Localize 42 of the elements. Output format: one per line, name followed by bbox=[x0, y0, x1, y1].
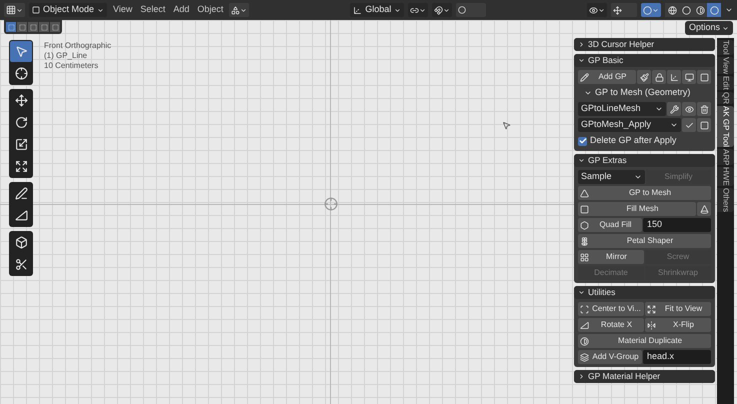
sidebar-tab[interactable]: View bbox=[717, 56, 734, 74]
options-button[interactable]: Options bbox=[684, 21, 733, 35]
panel-button[interactable]: Add GP bbox=[578, 70, 636, 84]
panel-header[interactable]: Utilities bbox=[574, 286, 715, 299]
sidebar-tab[interactable]: Others bbox=[717, 188, 734, 212]
sidebar-tab[interactable]: Edit bbox=[717, 76, 734, 90]
sidebar-tab[interactable]: Tool bbox=[717, 40, 734, 55]
mode-dropdown[interactable]: Object Mode bbox=[29, 3, 108, 17]
input-field[interactable]: head.x bbox=[643, 350, 711, 364]
menu-item[interactable]: Select bbox=[138, 3, 168, 17]
panel-button[interactable]: Mirror bbox=[578, 250, 644, 264]
panel-header[interactable]: GP Extras bbox=[574, 154, 715, 167]
viewport-info: 10 Centimeters bbox=[44, 61, 100, 71]
panel-button[interactable]: GP to Mesh bbox=[578, 186, 711, 200]
panel-header[interactable]: 3D Cursor Helper bbox=[574, 38, 715, 51]
panel-button[interactable]: Center to Vi... bbox=[578, 302, 644, 316]
panel-button[interactable]: Fit to View bbox=[645, 302, 711, 316]
panel-button[interactable]: Fill Mesh bbox=[578, 202, 696, 216]
dropdown[interactable]: Sample bbox=[578, 170, 645, 184]
subpanel-header[interactable]: GP to Mesh (Geometry) bbox=[578, 86, 690, 100]
menu-item[interactable]: Add bbox=[171, 3, 192, 17]
sidebar-tab[interactable]: ARP bbox=[717, 148, 734, 166]
panel-button[interactable]: Quad Fill bbox=[578, 218, 642, 232]
dropdown[interactable]: GPtoLineMesh bbox=[578, 102, 666, 116]
input-field[interactable]: 150 bbox=[643, 218, 711, 232]
panel-button[interactable]: Material Duplicate bbox=[578, 334, 711, 348]
menu-item[interactable]: View bbox=[111, 3, 134, 17]
panel-header[interactable]: GP Material Helper bbox=[574, 370, 715, 383]
dropdown[interactable]: GPtoMesh_Apply bbox=[578, 118, 681, 132]
panel-button[interactable]: Rotate X bbox=[578, 318, 644, 332]
viewport-info: (1) GP_Line bbox=[44, 51, 88, 61]
panel-button[interactable]: X-Flip bbox=[645, 318, 711, 332]
menu-item[interactable]: Object bbox=[195, 3, 226, 17]
panel-button[interactable]: Petal Shaper bbox=[578, 234, 711, 248]
sidebar-tab[interactable]: QR bbox=[717, 92, 734, 104]
panel-button[interactable]: Add V-Group bbox=[578, 350, 642, 364]
orientation-dropdown[interactable]: Global bbox=[350, 3, 404, 17]
checkbox-label: Delete GP after Apply bbox=[590, 134, 676, 148]
viewport-info: Front Orthographic bbox=[44, 41, 112, 51]
panel-header[interactable]: GP Basic bbox=[574, 54, 715, 67]
sidebar-tab[interactable]: AK GP Tool bbox=[717, 106, 734, 147]
sidebar-tab[interactable]: HWE bbox=[717, 167, 734, 186]
